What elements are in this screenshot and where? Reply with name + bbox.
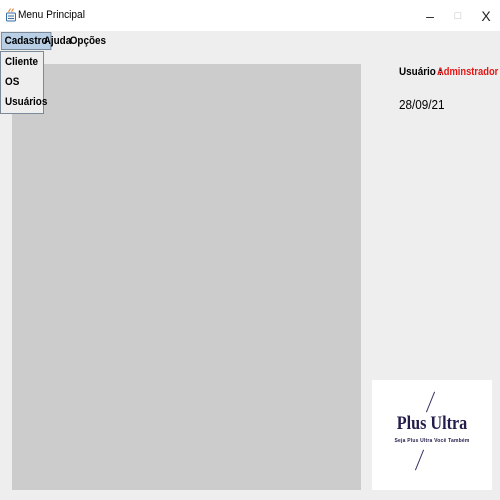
user-label: Usuário :: [399, 66, 442, 78]
logo-subtitle: Seja Plus Ultra Você Também: [394, 438, 470, 444]
menu-bar: Cadastro Ajuda Opções: [0, 31, 500, 51]
close-button[interactable]: X: [472, 0, 500, 31]
java-icon: [6, 8, 16, 22]
plus-ultra-logo: Plus Ultra Seja Plus Ultra Você Também: [372, 380, 492, 490]
maximize-button[interactable]: □: [444, 0, 472, 31]
user-value: Adminstrador: [437, 66, 499, 78]
menu-opcoes[interactable]: Opções: [67, 33, 109, 49]
logo-slash-bottom: [414, 449, 425, 471]
logo-slash-top: [425, 391, 436, 413]
cadastro-dropdown: Cliente OS Usuários: [0, 51, 47, 114]
menu-item-cliente[interactable]: Cliente: [5, 56, 38, 68]
window-title: Menu Principal: [18, 9, 85, 21]
menu-item-os[interactable]: OS: [5, 76, 19, 88]
menu-item-usuarios[interactable]: Usuários: [5, 96, 47, 108]
minimize-button[interactable]: –: [416, 0, 444, 31]
desktop-pane: [12, 64, 361, 490]
title-bar: Menu Principal – □ X: [0, 0, 500, 31]
logo-title: Plus Ultra: [396, 413, 468, 434]
date-label: 28/09/21: [399, 97, 445, 112]
